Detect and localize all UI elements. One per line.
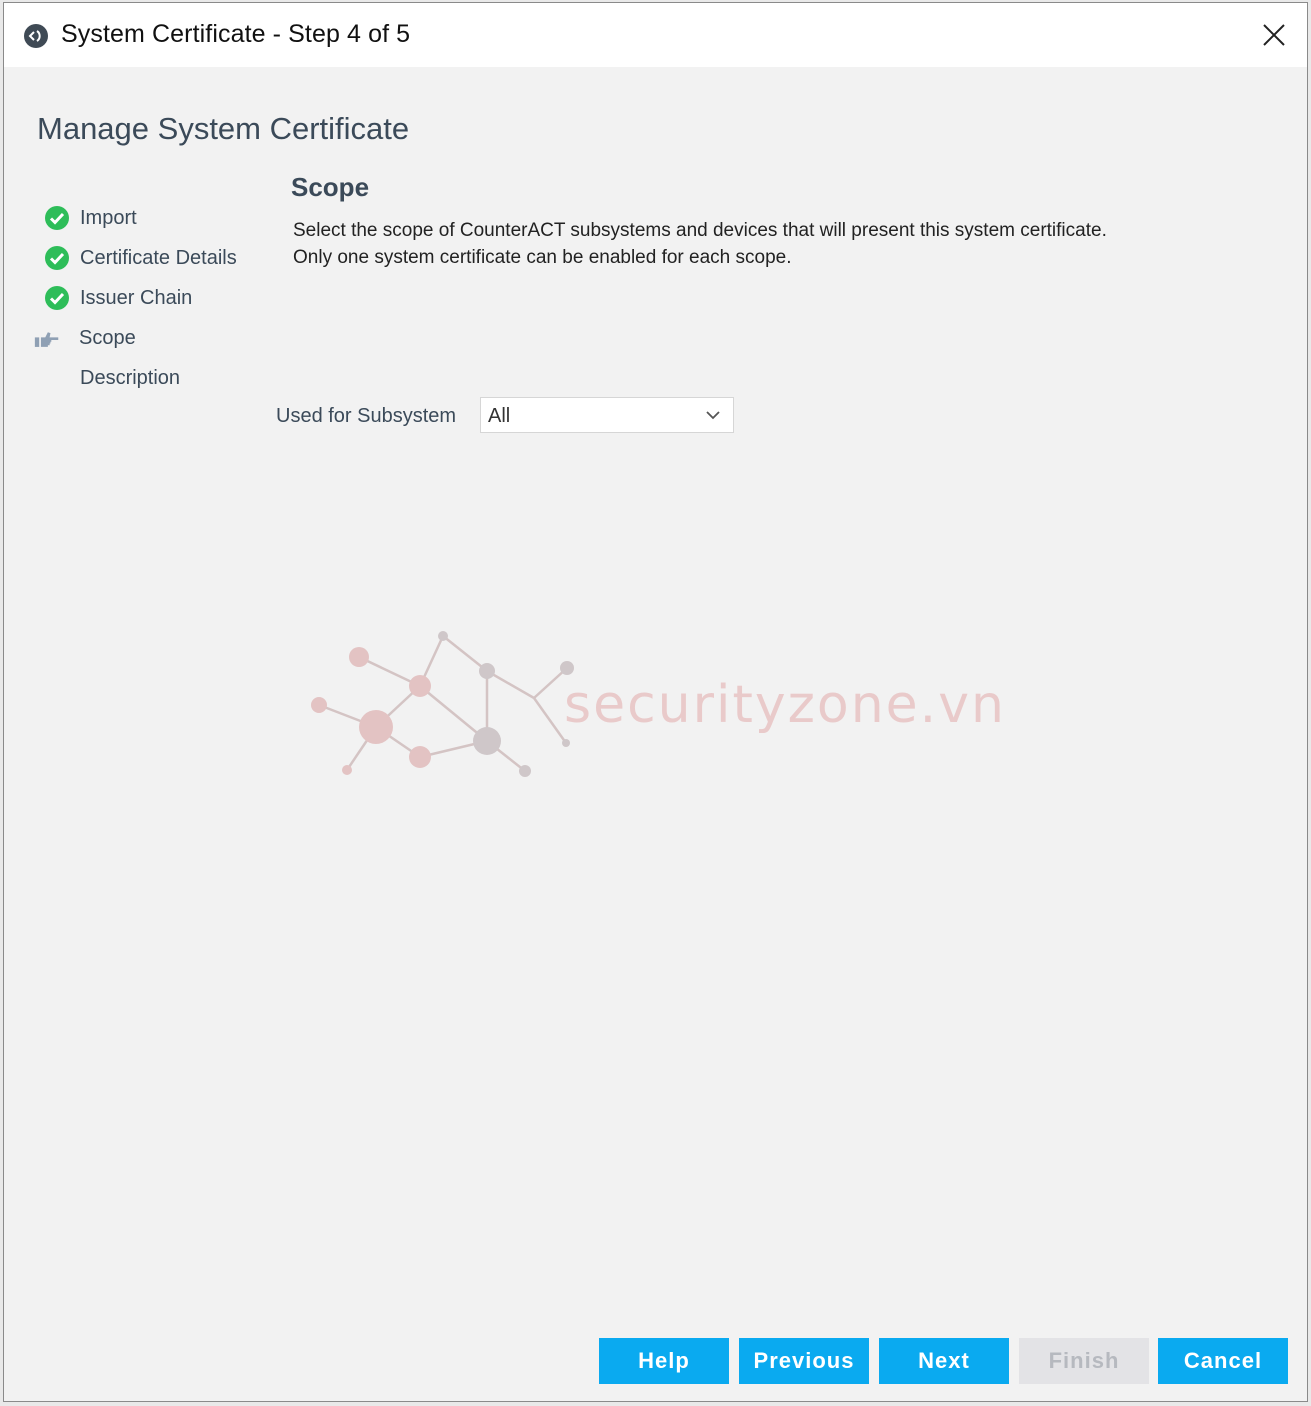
finish-button[interactable]: Finish (1019, 1338, 1149, 1384)
close-button[interactable] (1253, 15, 1295, 55)
step-label: Description (80, 367, 181, 389)
page-title: Manage System Certificate (37, 111, 410, 146)
dialog-window: System Certificate - Step 4 of 5 Manage … (3, 2, 1308, 1402)
step-certificate-details: Certificate Details (34, 243, 274, 273)
description-line: Only one system certificate can be enabl… (293, 247, 792, 268)
previous-button[interactable]: Previous (739, 1338, 869, 1384)
step-scope: Scope (34, 323, 274, 353)
window-title: System Certificate - Step 4 of 5 (61, 20, 411, 48)
watermark-text: securityzone.vn (564, 675, 1006, 735)
section-title: Scope (291, 172, 370, 202)
chevron-down-icon (706, 411, 720, 420)
watermark-network-icon (311, 631, 574, 777)
subsystem-label: Used for Subsystem (276, 405, 457, 427)
description-line: Select the scope of CounterACT subsystem… (293, 220, 1107, 241)
title-bar: System Certificate - Step 4 of 5 (4, 3, 1307, 67)
step-label: Scope (79, 327, 136, 349)
pointing-hand-icon (34, 332, 59, 347)
close-icon (1263, 24, 1285, 46)
check-circle-icon (45, 286, 69, 310)
cancel-button[interactable]: Cancel (1158, 1338, 1288, 1384)
app-logo-icon (24, 24, 48, 48)
check-circle-icon (45, 206, 69, 230)
subsystem-select[interactable]: All (480, 397, 734, 433)
subsystem-select-value: All (488, 405, 511, 427)
step-description: Description (34, 363, 274, 393)
help-button[interactable]: Help (599, 1338, 729, 1384)
section-description: Select the scope of CounterACT subsystem… (293, 217, 1253, 271)
next-button[interactable]: Next (879, 1338, 1009, 1384)
check-circle-icon (45, 246, 69, 270)
step-label: Certificate Details (80, 247, 237, 269)
step-label: Issuer Chain (80, 287, 193, 309)
step-issuer-chain: Issuer Chain (34, 283, 274, 313)
step-import: Import (34, 203, 274, 233)
step-label: Import (80, 207, 137, 229)
